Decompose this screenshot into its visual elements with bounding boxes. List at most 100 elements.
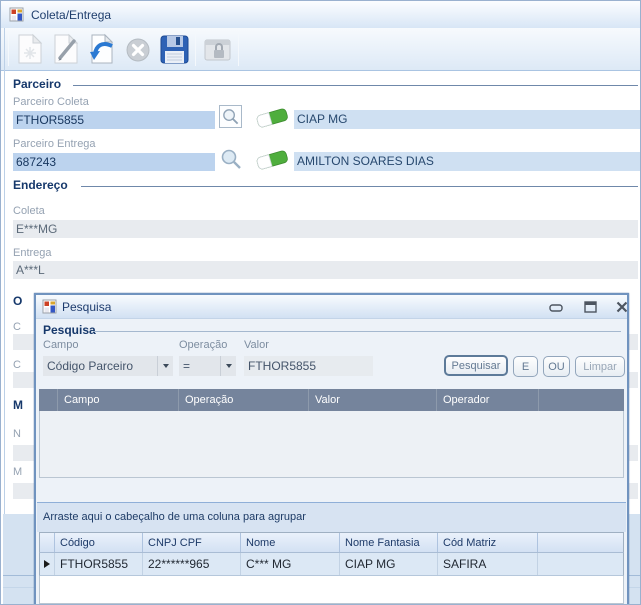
dialog-titlebar[interactable]: Pesquisa: [36, 295, 627, 319]
maximize-button[interactable]: [582, 300, 598, 313]
campo-combobox[interactable]: Código Parceiro: [43, 356, 173, 376]
obscured-label: C: [13, 359, 21, 371]
parceiro-group-header: Parceiro: [13, 77, 61, 91]
cell-cod-matriz: SAFIRA: [437, 553, 537, 575]
endereco-entrega-label: Entrega: [13, 247, 52, 259]
results-column-codigo[interactable]: Código: [54, 533, 142, 552]
cancel-icon: [123, 33, 153, 65]
results-column-nome[interactable]: Nome: [240, 533, 339, 552]
criteria-column-operacao[interactable]: Operação: [178, 389, 308, 411]
window-left-border: [4, 28, 5, 514]
criteria-column-filler: [538, 389, 624, 411]
maximize-icon: [584, 301, 597, 313]
lock-icon: [201, 33, 233, 65]
cell-filler: [537, 553, 623, 575]
endereco-coleta-field[interactable]: E***MG: [13, 220, 638, 238]
e-button[interactable]: E: [513, 356, 538, 377]
save-button[interactable]: [156, 31, 192, 67]
new-document-icon: [15, 33, 45, 65]
magnifier-icon: [219, 147, 243, 171]
row-indicator-icon: [44, 560, 50, 568]
criteria-column-campo[interactable]: Campo: [57, 389, 178, 411]
obscured-group-header: M: [13, 398, 23, 412]
criteria-grid-empty-area[interactable]: [39, 411, 624, 478]
group-by-band[interactable]: Arraste aqui o cabeçalho de uma coluna p…: [37, 502, 626, 532]
eraser-icon: [254, 104, 290, 130]
ou-button[interactable]: OU: [543, 356, 570, 377]
criteria-selector-column: [39, 389, 57, 411]
results-column-nome-fantasia[interactable]: Nome Fantasia: [339, 533, 437, 552]
operacao-combobox-value: =: [179, 359, 220, 373]
save-icon: [158, 33, 190, 65]
close-icon: [616, 301, 628, 313]
obscured-label: C: [13, 321, 21, 333]
main-toolbar: [1, 28, 641, 71]
operacao-label: Operação: [179, 339, 227, 351]
obscured-label: N: [13, 428, 21, 440]
cell-codigo: FTHOR5855: [54, 553, 142, 575]
toolbar-separator: [195, 32, 196, 66]
parceiro-entrega-search-button[interactable]: [219, 147, 243, 176]
parceiro-coleta-name: CIAP MG: [294, 110, 641, 129]
edit-button[interactable]: [48, 31, 84, 67]
undo-icon: [87, 33, 117, 65]
pesquisa-group-line: [93, 331, 621, 332]
chevron-down-icon[interactable]: [220, 356, 236, 376]
results-grid-empty-area[interactable]: [39, 576, 624, 604]
row-indicator: [40, 553, 54, 575]
close-button[interactable]: [614, 300, 629, 313]
parceiro-entrega-clear-button[interactable]: [254, 146, 290, 177]
main-titlebar: Coleta/Entrega: [1, 1, 641, 28]
minimize-button[interactable]: [548, 300, 564, 313]
endereco-group-header: Endereço: [13, 178, 68, 192]
parceiro-coleta-input[interactable]: FTHOR5855: [13, 111, 215, 129]
toolbar-separator: [8, 32, 9, 66]
limpar-button[interactable]: Limpar: [575, 356, 625, 377]
parceiro-entrega-name: AMILTON SOARES DIAS: [294, 152, 641, 171]
edit-icon: [51, 33, 81, 65]
obscured-group-header: O: [13, 294, 22, 308]
criteria-column-valor[interactable]: Valor: [308, 389, 436, 411]
criteria-column-operador[interactable]: Operador: [436, 389, 538, 411]
table-row[interactable]: FTHOR5855 22******965 C*** MG CIAP MG SA…: [39, 553, 624, 576]
valor-input[interactable]: FTHOR5855: [244, 356, 373, 376]
toolbar-separator: [238, 32, 239, 66]
new-button[interactable]: [12, 31, 48, 67]
pesquisa-dialog: Pesquisa Pesquisa Campo Operação Valor C…: [34, 293, 629, 605]
parceiro-entrega-input[interactable]: 687243: [13, 153, 215, 171]
cell-cnpj-cpf: 22******965: [142, 553, 240, 575]
endereco-entrega-field[interactable]: A***L: [13, 261, 638, 279]
winform-icon: [42, 299, 58, 315]
results-grid-header: Código CNPJ CPF Nome Nome Fantasia Cód M…: [39, 532, 624, 553]
results-column-filler: [537, 533, 623, 552]
valor-label: Valor: [244, 339, 269, 351]
campo-label: Campo: [43, 339, 78, 351]
winform-icon: [9, 7, 25, 23]
magnifier-icon: [221, 107, 240, 126]
eraser-icon: [254, 146, 290, 172]
cell-nome: C*** MG: [240, 553, 339, 575]
results-column-cod-matriz[interactable]: Cód Matriz: [437, 533, 537, 552]
minimize-icon: [549, 301, 563, 313]
criteria-grid-header: Campo Operação Valor Operador: [39, 389, 624, 411]
lock-button[interactable]: [199, 31, 235, 67]
operacao-combobox[interactable]: =: [179, 356, 236, 376]
parceiro-coleta-clear-button[interactable]: [254, 104, 290, 135]
endereco-coleta-label: Coleta: [13, 205, 45, 217]
cell-nome-fantasia: CIAP MG: [339, 553, 437, 575]
window-title: Coleta/Entrega: [31, 8, 111, 22]
undo-button[interactable]: [84, 31, 120, 67]
parceiro-entrega-label: Parceiro Entrega: [13, 138, 96, 150]
campo-combobox-value: Código Parceiro: [43, 359, 157, 373]
results-column-cnpj-cpf[interactable]: CNPJ CPF: [142, 533, 240, 552]
parceiro-group-line: [73, 85, 638, 86]
screen: Coleta/Entrega: [0, 0, 641, 605]
endereco-group-line: [81, 186, 638, 187]
pesquisar-button[interactable]: Pesquisar: [444, 355, 508, 376]
pesquisa-group-header: Pesquisa: [43, 323, 96, 337]
cancel-button[interactable]: [120, 31, 156, 67]
parceiro-coleta-search-button[interactable]: [219, 105, 242, 128]
obscured-label: M: [13, 466, 22, 478]
dialog-title: Pesquisa: [62, 300, 111, 314]
chevron-down-icon[interactable]: [157, 356, 173, 376]
